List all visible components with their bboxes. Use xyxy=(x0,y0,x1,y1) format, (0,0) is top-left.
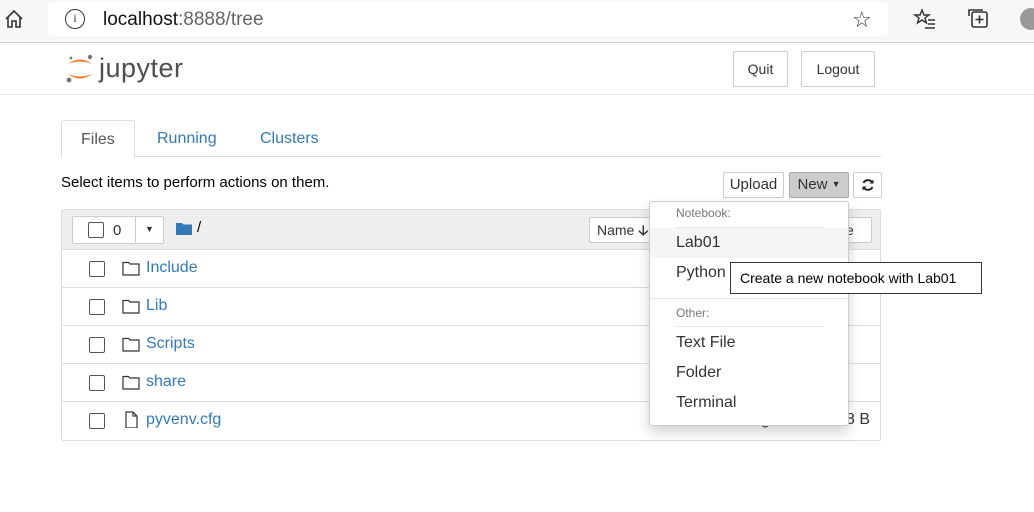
file-icon xyxy=(125,411,138,428)
jupyter-logo-mark xyxy=(66,54,93,83)
url-path: :8888/tree xyxy=(178,9,264,30)
menu-divider xyxy=(676,326,824,327)
new-dropdown-menu: Notebook: Lab01 Python Other: Text File … xyxy=(649,201,849,426)
select-menu-toggle[interactable]: ▼ xyxy=(135,217,165,243)
folder-icon xyxy=(122,375,140,390)
menu-divider xyxy=(650,298,848,299)
new-terminal[interactable]: Terminal xyxy=(650,388,848,418)
row-checkbox[interactable] xyxy=(89,299,105,315)
collections-icon[interactable] xyxy=(967,7,991,31)
tab-files[interactable]: Files xyxy=(61,120,135,158)
upload-button[interactable]: Upload xyxy=(723,172,784,198)
tab-clusters[interactable]: Clusters xyxy=(241,120,338,157)
favorites-icon[interactable] xyxy=(913,7,937,31)
caret-down-icon: ▼ xyxy=(831,179,841,189)
file-name[interactable]: share xyxy=(146,373,186,391)
url-host: localhost xyxy=(103,9,178,30)
jupyter-header: jupyter Quit Logout xyxy=(0,43,1034,95)
url-text[interactable]: localhost:8888/tree xyxy=(103,9,264,31)
folder-icon xyxy=(122,299,140,314)
folder-icon[interactable] xyxy=(176,221,192,235)
select-all-control[interactable]: 0 ▼ xyxy=(72,216,164,244)
home-icon[interactable] xyxy=(3,8,25,30)
tab-bar: Files Running Clusters xyxy=(61,120,881,158)
profile-icon[interactable] xyxy=(1020,8,1034,30)
file-name[interactable]: pyvenv.cfg xyxy=(146,411,221,429)
new-folder[interactable]: Folder xyxy=(650,358,848,388)
select-all-checkbox[interactable] xyxy=(88,222,104,238)
row-checkbox[interactable] xyxy=(89,337,105,353)
browser-toolbar: i localhost:8888/tree ☆ xyxy=(0,0,1034,43)
root-path[interactable]: / xyxy=(197,219,201,236)
sort-arrow-down-icon: 🡣 xyxy=(638,222,649,238)
sort-by-name-button[interactable]: Name 🡣 xyxy=(589,217,651,243)
refresh-button[interactable] xyxy=(853,172,882,198)
star-icon[interactable]: ☆ xyxy=(852,7,872,33)
folder-icon xyxy=(122,261,140,276)
file-name[interactable]: Lib xyxy=(146,297,167,315)
caret-down-icon: ▼ xyxy=(145,224,154,234)
folder-icon xyxy=(122,337,140,352)
tooltip: Create a new notebook with Lab01 xyxy=(730,262,982,294)
new-notebook-lab01[interactable]: Lab01 xyxy=(650,228,848,258)
notebook-section-header: Notebook: xyxy=(676,206,731,220)
refresh-icon xyxy=(862,179,873,191)
new-text-file[interactable]: Text File xyxy=(650,328,848,358)
row-checkbox[interactable] xyxy=(89,413,105,429)
sort-name-label: Name xyxy=(597,222,635,238)
new-button-label: New xyxy=(797,176,828,193)
selected-count: 0 xyxy=(113,222,122,239)
file-name[interactable]: Include xyxy=(146,259,198,277)
address-bar[interactable]: i localhost:8888/tree ☆ xyxy=(48,2,888,36)
tab-running[interactable]: Running xyxy=(138,120,236,157)
row-checkbox[interactable] xyxy=(89,375,105,391)
logout-button[interactable]: Logout xyxy=(801,51,875,87)
quit-button[interactable]: Quit xyxy=(733,51,788,87)
row-checkbox[interactable] xyxy=(89,261,105,277)
jupyter-logo[interactable]: jupyter xyxy=(65,51,205,87)
info-icon[interactable]: i xyxy=(65,9,85,29)
new-button[interactable]: New ▼ xyxy=(789,172,849,198)
other-section-header: Other: xyxy=(676,306,710,320)
logo-text: jupyter xyxy=(99,53,184,83)
instructions-text: Select items to perform actions on them. xyxy=(61,174,330,191)
file-name[interactable]: Scripts xyxy=(146,335,195,353)
